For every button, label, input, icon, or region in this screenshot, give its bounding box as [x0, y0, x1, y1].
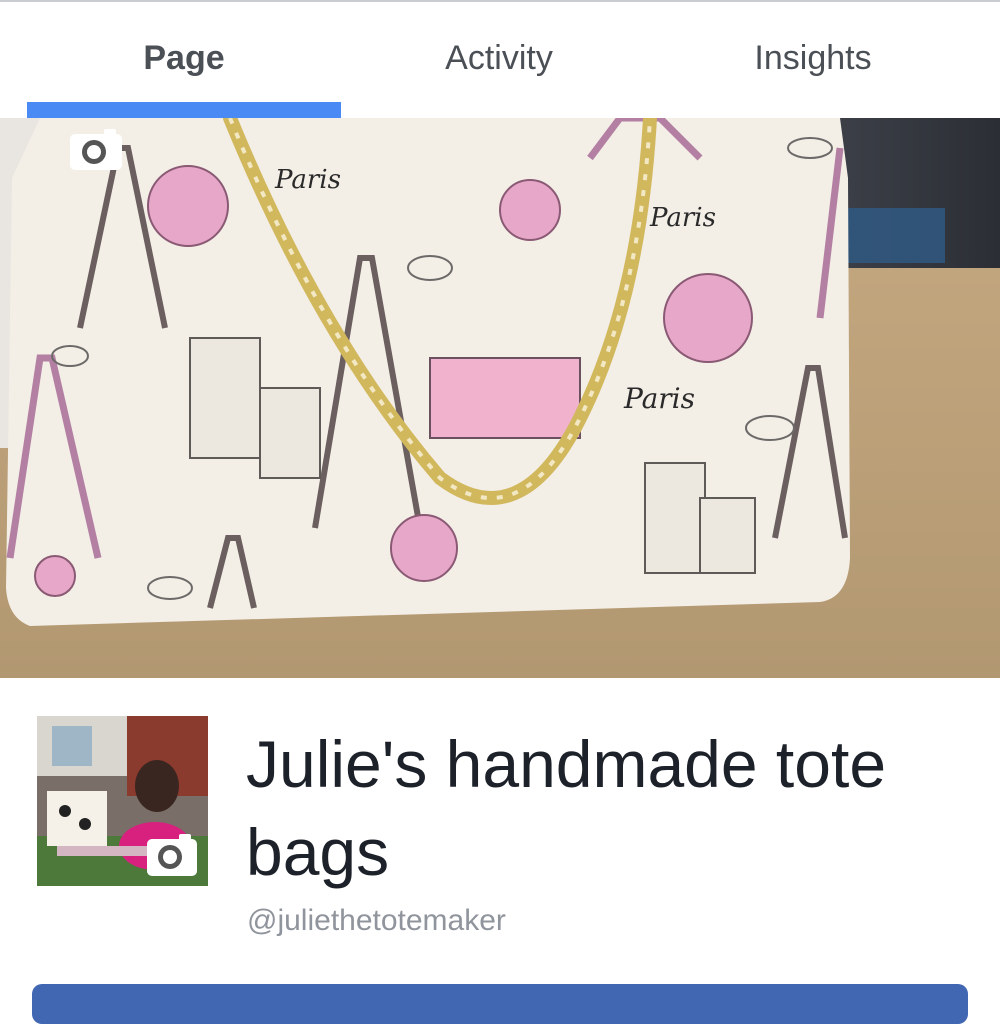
page-tab-bar: Page Activity Insights — [0, 2, 1000, 118]
camera-icon[interactable] — [145, 832, 199, 878]
active-tab-indicator — [27, 102, 341, 118]
cover-photo-image: Paris Paris Paris — [0, 118, 1000, 678]
tab-page-label: Page — [143, 38, 225, 77]
tab-insights-label: Insights — [754, 38, 872, 77]
bag-print-text: Paris — [623, 382, 695, 415]
page-title: Julie's handmade tote bags — [246, 727, 887, 889]
tab-page[interactable]: Page — [27, 2, 341, 118]
tab-activity[interactable]: Activity — [342, 2, 656, 118]
primary-action-button[interactable] — [32, 984, 968, 1024]
cover-photo[interactable]: Paris Paris Paris — [0, 118, 1000, 678]
bag-print-text: Paris — [274, 165, 341, 195]
tab-insights[interactable]: Insights — [656, 2, 970, 118]
page-username: @juliethetotemaker — [247, 904, 506, 937]
camera-icon[interactable] — [68, 128, 124, 172]
tab-activity-label: Activity — [445, 38, 553, 77]
bag-print-text: Paris — [649, 203, 716, 233]
